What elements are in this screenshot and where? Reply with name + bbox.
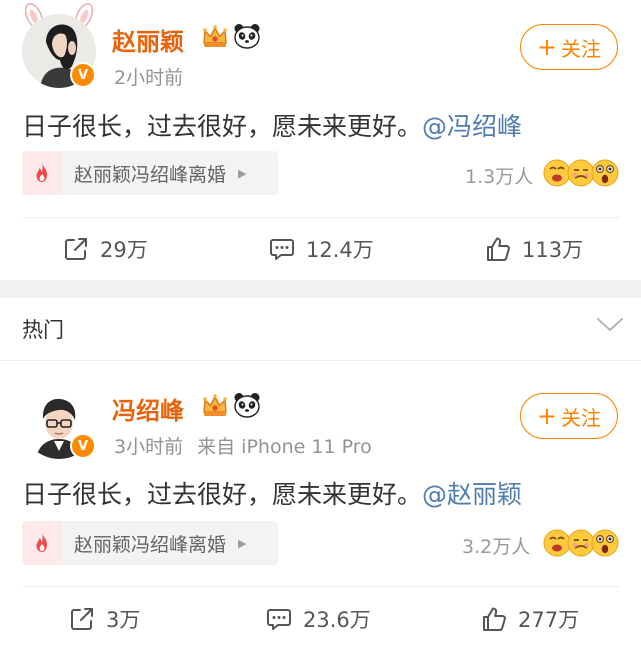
post-text: 日子很长，过去很好，愿未来更好。@赵丽颖 [22,475,522,511]
repost-icon [68,605,96,633]
username[interactable]: 赵丽颖 [112,22,184,57]
crown-icon [201,391,229,419]
divider [22,217,619,218]
topic-label: 赵丽颖冯绍峰离婚 [74,533,227,556]
reacted-count: 1.3万人 [465,166,534,188]
panda-icon [233,391,261,419]
mention-link[interactable]: @冯绍峰 [422,112,522,141]
repost-button[interactable]: 3万 [68,599,140,639]
fire-icon [22,521,62,565]
like-icon [480,605,508,633]
reacted-count: 3.2万人 [462,536,531,558]
repost-button[interactable]: 29万 [62,229,148,269]
repost-count: 3万 [106,608,141,632]
crown-icon [201,22,229,50]
comment-button[interactable]: 12.4万 [268,229,374,269]
like-count: 277万 [518,608,580,632]
post-card: V 赵丽颖 2小时前 + 关注 日子很长，过去很好，愿未来更好。@冯绍峰 赵丽颖… [0,0,641,280]
repost-icon [62,235,90,263]
section-title: 热门 [22,318,64,342]
post-text: 日子很长，过去很好，愿未来更好。@冯绍峰 [22,107,522,143]
divider [0,360,641,361]
comment-button[interactable]: 23.6万 [265,599,371,639]
post-time: 2小时前 [114,67,184,89]
caret-right-icon: ▶ [238,166,247,180]
like-count: 113万 [522,238,584,262]
topic-label: 赵丽颖冯绍峰离婚 [74,163,227,186]
follow-label: 关注 [561,405,602,430]
comment-icon [268,235,296,263]
post-body: 日子很长，过去很好，愿未来更好。 [22,112,423,141]
caret-right-icon: ▶ [238,536,247,550]
plus-icon: + [536,402,558,430]
plus-icon: + [536,33,558,61]
divider [22,586,619,587]
emoji-reactions-icon[interactable] [543,157,619,189]
topic-tag[interactable]: 赵丽颖冯绍峰离婚 ▶ [22,151,278,195]
comment-icon [265,605,293,633]
chevron-down-icon[interactable] [596,316,624,334]
post-source: 来自 iPhone 11 Pro [197,436,372,458]
comment-count: 12.4万 [306,238,374,262]
topic-tag[interactable]: 赵丽颖冯绍峰离婚 ▶ [22,521,278,565]
post-time: 3小时前 [114,436,184,458]
like-button[interactable]: 277万 [480,599,579,639]
verified-v-icon: V [70,433,96,459]
follow-label: 关注 [561,36,602,61]
follow-button[interactable]: + 关注 [520,393,618,439]
mention-link[interactable]: @赵丽颖 [422,480,522,509]
fire-icon [22,151,62,195]
hot-section: 热门 V 冯绍峰 3小时前 来自 iPhone 11 Pro + 关注 日子很长… [0,298,641,649]
like-button[interactable]: 113万 [484,229,583,269]
comment-count: 23.6万 [303,608,371,632]
post-meta: 3小时前 来自 iPhone 11 Pro [114,432,372,459]
like-icon [484,235,512,263]
panda-icon [233,22,261,50]
username[interactable]: 冯绍峰 [112,391,184,426]
verified-v-icon: V [70,62,96,88]
follow-button[interactable]: + 关注 [520,24,618,70]
repost-count: 29万 [100,238,148,262]
post-body: 日子很长，过去很好，愿未来更好。 [22,480,423,509]
emoji-reactions-icon[interactable] [543,527,619,559]
